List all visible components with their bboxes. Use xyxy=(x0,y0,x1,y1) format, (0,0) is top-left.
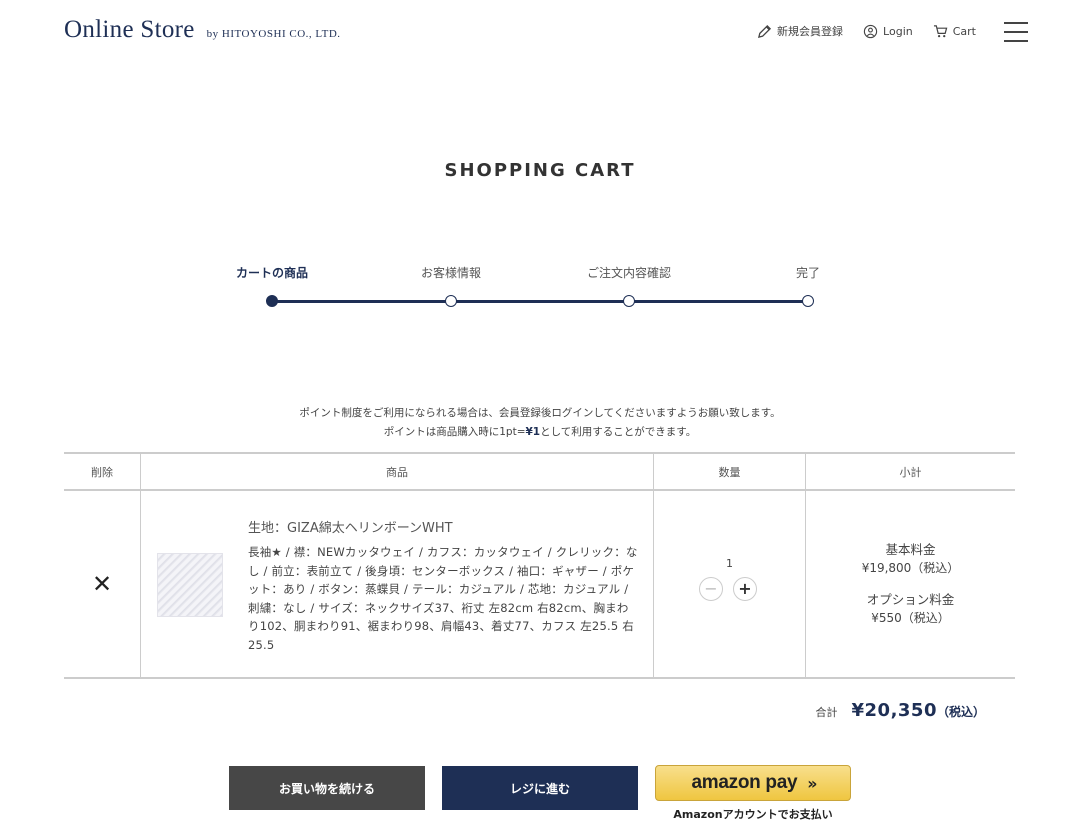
checkout-steps: カートの商品 お客様情報 ご注文内容確認 完了 xyxy=(230,264,850,314)
nav-register-label: 新規会員登録 xyxy=(777,25,844,38)
logo-sub-text: by HITOYOSHI CO., LTD. xyxy=(206,28,341,40)
nav-register-link[interactable]: 新規会員登録 xyxy=(757,23,843,39)
step-label-cart: カートの商品 xyxy=(235,266,309,280)
step-label-confirm: ご注文内容確認 xyxy=(586,266,672,280)
notice-line-1: ポイント制度をご利用になられる場合は、会員登録後ログインしてくださいますようお願… xyxy=(299,407,781,419)
option-price-label: オプション料金 xyxy=(866,592,955,607)
delete-cell: ✕ xyxy=(64,491,141,677)
product-thumbnail[interactable] xyxy=(157,553,223,617)
amazon-pay-logo: amazon pay xyxy=(691,772,798,793)
order-total: 合計 ¥20,350（税込） xyxy=(816,700,986,721)
logo-main-text: Online Store xyxy=(64,16,195,43)
delete-item-button[interactable]: ✕ xyxy=(92,572,112,596)
double-chevron-right-icon: ›› xyxy=(807,773,817,793)
page-title: SHOPPING CART xyxy=(444,160,636,181)
nav-cart-label: Cart xyxy=(952,24,976,38)
nav-cart-link[interactable]: Cart xyxy=(933,24,976,38)
hamburger-menu-icon[interactable] xyxy=(1004,22,1028,42)
base-price-label: 基本料金 xyxy=(885,542,936,557)
quantity-decrease-button[interactable]: − xyxy=(699,577,723,601)
option-price-value: ¥550（税込） xyxy=(871,611,950,625)
nav-login-label: Login xyxy=(883,24,913,38)
continue-shopping-button[interactable]: お買い物を続ける xyxy=(229,766,425,810)
proceed-to-checkout-button[interactable]: レジに進む xyxy=(442,766,638,810)
total-label: 合計 xyxy=(815,706,838,719)
pen-icon xyxy=(758,24,772,38)
total-price: ¥20,350 xyxy=(851,700,937,721)
base-price-block: 基本料金 ¥19,800（税込） xyxy=(806,541,1015,577)
amazon-pay-button[interactable]: amazon pay ›› xyxy=(655,765,851,801)
header-delete: 削除 xyxy=(64,454,141,489)
total-tax-note: （税込） xyxy=(936,705,985,719)
step-dot-cart xyxy=(266,295,278,307)
header-subtotal: 小計 xyxy=(899,465,922,479)
step-dot-customer-info xyxy=(445,295,457,307)
step-dot-confirm xyxy=(623,295,635,307)
product-cell: 生地：GIZA綿太ヘリンボーンWHT 長袖★ / 襟：NEWカッタウェイ / カ… xyxy=(141,491,654,677)
option-price-block: オプション料金 ¥550（税込） xyxy=(806,591,1015,627)
user-icon xyxy=(863,24,878,38)
site-logo[interactable]: Online Store by HITOYOSHI CO., LTD. xyxy=(64,16,341,44)
subtotal-cell: 基本料金 ¥19,800（税込） オプション料金 ¥550（税込） xyxy=(806,491,1015,677)
amazon-pay-caption: Amazonアカウントでお支払い xyxy=(673,808,833,821)
steps-line xyxy=(272,300,808,303)
quantity-cell: 1 − + xyxy=(654,491,806,677)
points-notice: ポイント制度をご利用になられる場合は、会員登録後ログインしてくださいますようお願… xyxy=(0,404,1080,442)
base-price-value: ¥19,800（税込） xyxy=(861,561,960,575)
site-header: Online Store by HITOYOSHI CO., LTD. 新規会員… xyxy=(0,0,1080,66)
header-product: 商品 xyxy=(141,454,654,489)
header-nav: 新規会員登録 Login Cart xyxy=(757,23,976,39)
notice-point-rate: ¥1 xyxy=(525,426,541,438)
total-amount: ¥20,350（税込） xyxy=(852,700,986,721)
notice-line-2-post: として利用することができます。 xyxy=(540,426,697,438)
product-name[interactable]: 生地：GIZA綿太ヘリンボーンWHT xyxy=(248,517,453,536)
notice-line-2-pre: ポイントは商品購入時に1pt= xyxy=(383,426,526,438)
table-header-row: 削除 商品 数量 小計 xyxy=(64,452,1015,491)
quantity-increase-button[interactable]: + xyxy=(733,577,757,601)
table-row: ✕ 生地：GIZA綿太ヘリンボーンWHT 長袖★ / 襟：NEWカッタウェイ /… xyxy=(64,491,1015,679)
notice-line-2: ポイントは商品購入時に1pt=¥1として利用することができます。 xyxy=(0,423,1080,442)
quantity-value: 1 xyxy=(726,557,733,570)
product-description: 長袖★ / 襟：NEWカッタウェイ / カフス：カッタウェイ / クレリック：な… xyxy=(248,545,638,652)
step-label-complete: 完了 xyxy=(795,266,821,280)
step-label-customer-info: お客様情報 xyxy=(420,266,482,280)
nav-login-link[interactable]: Login xyxy=(863,24,913,39)
step-dot-complete xyxy=(802,295,814,307)
cart-icon xyxy=(933,25,948,38)
header-quantity: 数量 xyxy=(654,454,806,489)
cart-table: 削除 商品 数量 小計 ✕ 生地：GIZA綿太ヘリンボーンWHT 長袖★ / 襟… xyxy=(64,452,1015,679)
